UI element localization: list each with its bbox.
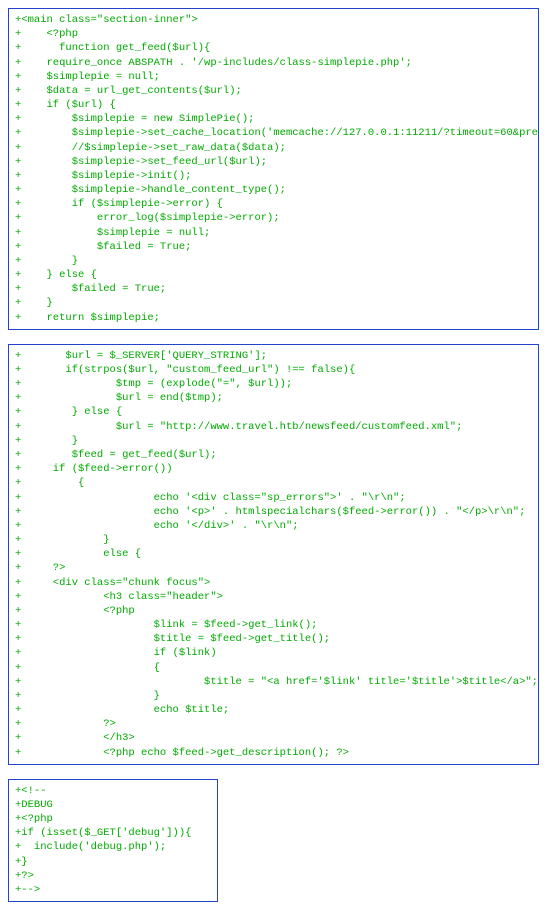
code-block-2: + $url = $_SERVER['QUERY_STRING']; + if(… <box>8 344 539 765</box>
code-block-1: +<main class="section-inner"> + <?php + … <box>8 8 539 330</box>
code-block-3: +<!-- +DEBUG +<?php +if (isset($_GET['de… <box>8 779 218 902</box>
